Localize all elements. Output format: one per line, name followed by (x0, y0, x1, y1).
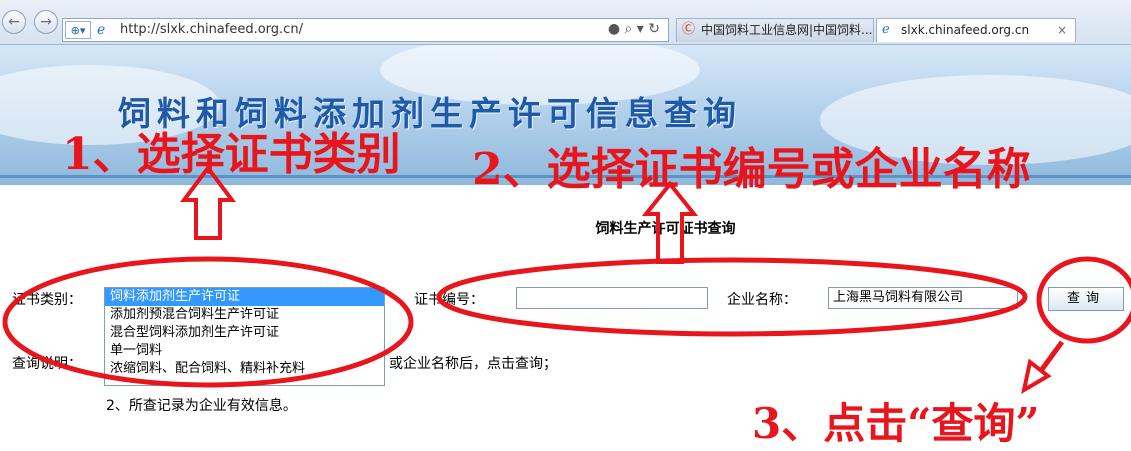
annotation-diagonal-arrow (1037, 340, 1065, 374)
annotation-step-2: 2、选择证书编号或企业名称 (472, 144, 1031, 195)
annotation-overlay (2, 164, 1131, 395)
annotation-ellipse-search-fields (436, 257, 1028, 337)
annotation-ellipse-query-button (1036, 256, 1131, 344)
annotation-step-3: 3、点击“查询” (752, 399, 1040, 448)
annotation-ellipse-cert-type (2, 256, 414, 388)
annotation-step-1: 1、选择证书类别 (62, 129, 401, 180)
